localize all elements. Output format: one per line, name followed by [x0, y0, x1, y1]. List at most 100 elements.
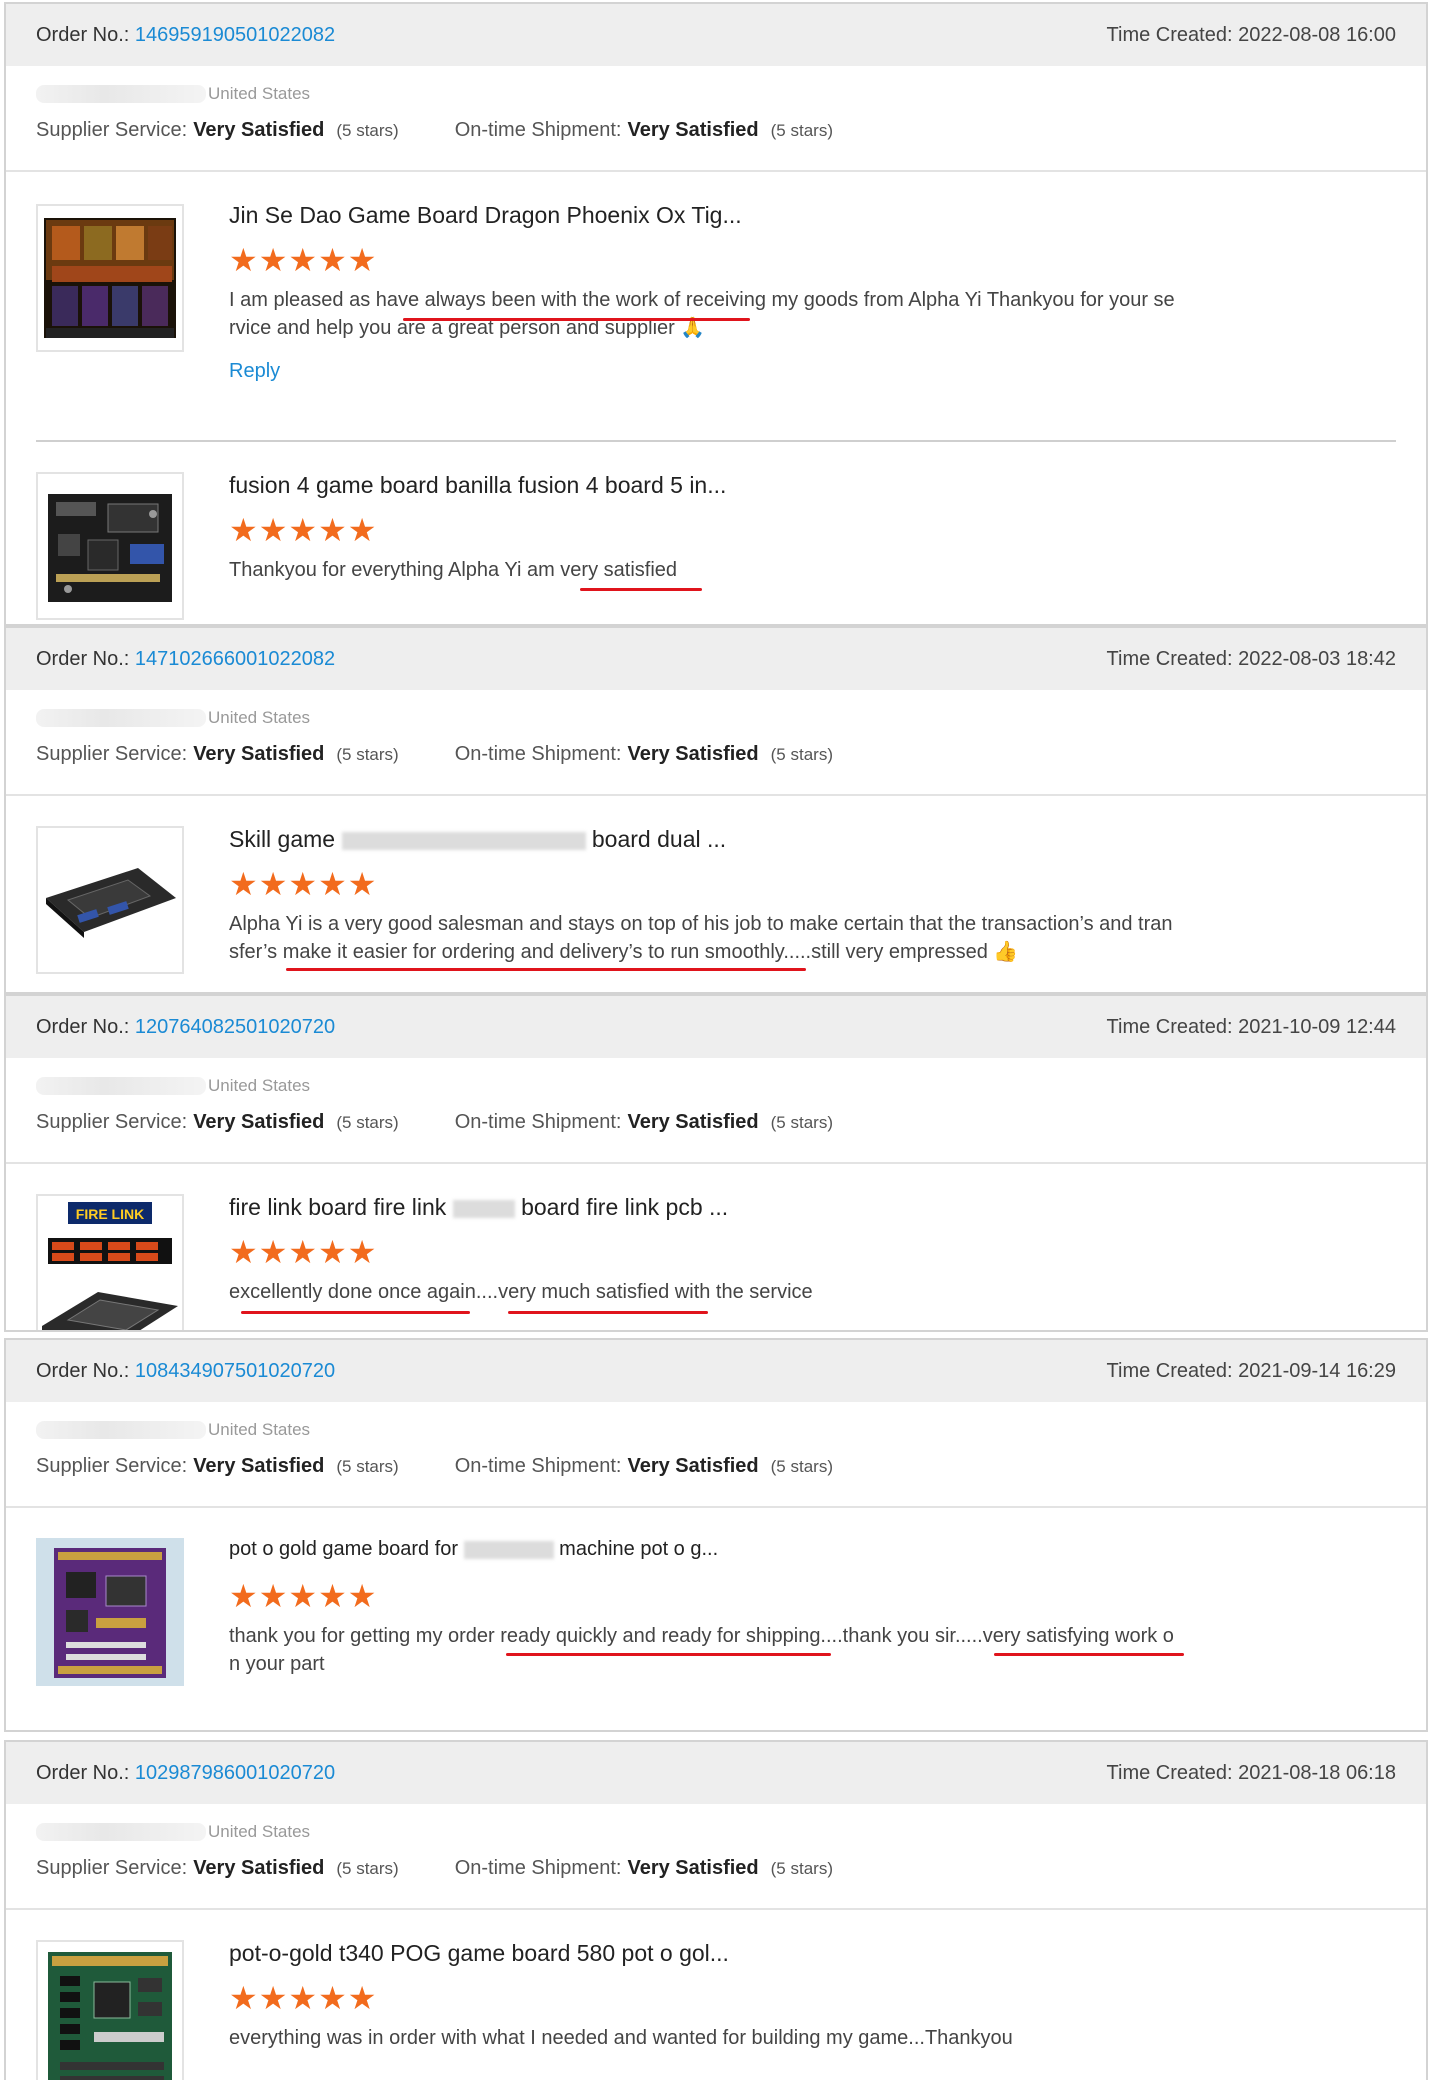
buyer-info: United States Supplier Service: Very Sat…	[6, 66, 1426, 172]
buyer-country: United States	[208, 1076, 311, 1095]
product-title[interactable]: fire link board fire link board fire lin…	[229, 1194, 728, 1221]
buyer-country: United States	[208, 84, 311, 103]
star-rating: ★★★★★	[229, 512, 378, 548]
shipment-value: Very Satisfied	[627, 1857, 759, 1879]
star-rating: ★★★★★	[229, 866, 378, 902]
time-created: Time Created: 2021-09-14 16:29	[1107, 1360, 1396, 1383]
shipment-label: On-time Shipment:	[454, 743, 622, 765]
time-created: Time Created: 2021-08-18 06:18	[1107, 1762, 1396, 1785]
order-card: Order No.: 146959190501022082 Time Creat…	[4, 2, 1428, 626]
buyer-info: United States Supplier Service: Very Sat…	[6, 690, 1426, 796]
order-card: Order No.: 102987986001020720 Time Creat…	[4, 1740, 1428, 2080]
time-created-label: Time Created:	[1106, 1359, 1233, 1382]
buyer-country: United States	[208, 1822, 311, 1841]
time-created: Time Created: 2022-08-03 18:42	[1107, 648, 1396, 671]
buyer-country: United States	[208, 708, 311, 727]
buyer-info: United States Supplier Service: Very Sat…	[6, 1804, 1426, 1910]
time-created-label: Time Created:	[1106, 23, 1233, 46]
product-thumbnail[interactable]	[36, 472, 184, 620]
product-title-end: board fire link pcb ...	[521, 1194, 729, 1220]
annotation-underline	[286, 968, 806, 971]
supplier-service-stars: (5 stars)	[336, 745, 399, 764]
shipment-stars: (5 stars)	[770, 1113, 833, 1132]
shipment-stars: (5 stars)	[770, 121, 833, 140]
redacted-title-text	[341, 831, 586, 850]
order-card: Order No.: 147102666001022082 Time Creat…	[4, 626, 1428, 994]
game-board-image	[46, 868, 176, 938]
order-header: Order No.: 102987986001020720 Time Creat…	[6, 1742, 1426, 1804]
product-review: Skill game board dual ... ★★★★★ Alpha Yi…	[36, 796, 1396, 992]
supplier-service-label: Supplier Service:	[36, 1111, 188, 1133]
product-title[interactable]: Skill game board dual ...	[229, 826, 726, 853]
review-text: excellently done once again....very much…	[229, 1278, 1229, 1306]
product-title-start: pot o gold game board for	[229, 1538, 459, 1560]
supplier-service-stars: (5 stars)	[336, 1457, 399, 1476]
shipment-value: Very Satisfied	[627, 1455, 759, 1477]
product-review: pot o gold game board for machine pot o …	[36, 1508, 1396, 1728]
product-thumbnail[interactable]	[36, 1940, 184, 2080]
supplier-service-stars: (5 stars)	[336, 1859, 399, 1878]
supplier-service-value: Very Satisfied	[193, 743, 325, 765]
product-title[interactable]: fusion 4 game board banilla fusion 4 boa…	[229, 472, 726, 499]
product-thumbnail[interactable]	[36, 1538, 184, 1686]
supplier-service-value: Very Satisfied	[193, 1111, 325, 1133]
time-created-value: 2021-09-14 16:29	[1238, 1359, 1396, 1382]
order-number: Order No.: 120764082501020720	[36, 1016, 335, 1039]
product-review: Jin Se Dao Game Board Dragon Phoenix Ox …	[36, 172, 1396, 442]
product-title[interactable]: Jin Se Dao Game Board Dragon Phoenix Ox …	[229, 202, 742, 229]
review-line: Thankyou for everything Alpha Yi am very…	[229, 559, 678, 581]
annotation-underline	[506, 1653, 831, 1656]
game-board-image	[44, 218, 176, 338]
redacted-title-text	[463, 1540, 554, 1559]
shipment-value: Very Satisfied	[627, 1111, 759, 1133]
reply-button[interactable]: Reply	[229, 360, 280, 383]
time-created: Time Created: 2021-10-09 12:44	[1107, 1016, 1396, 1039]
redacted-title-text	[452, 1199, 515, 1218]
annotation-underline	[403, 318, 750, 321]
product-review: fusion 4 game board banilla fusion 4 boa…	[36, 442, 1396, 624]
product-title-end: board dual ...	[591, 826, 727, 852]
order-number: Order No.: 102987986001020720	[36, 1762, 335, 1785]
product-thumbnail[interactable]: FIRE LINK	[36, 1194, 184, 1330]
reviews-page: Order No.: 146959190501022082 Time Creat…	[0, 0, 1432, 2080]
order-number: Order No.: 147102666001022082	[36, 648, 335, 671]
review-text: everything was in order with what I need…	[229, 2024, 1229, 2052]
supplier-service-value: Very Satisfied	[193, 119, 325, 141]
rating-row: Supplier Service: Very Satisfied (5 star…	[36, 1111, 833, 1134]
review-line: Alpha Yi is a very good salesman and sta…	[229, 913, 1173, 935]
order-no-link[interactable]: 147102666001022082	[135, 648, 335, 670]
order-no-link[interactable]: 102987986001020720	[135, 1762, 335, 1784]
shipment-value: Very Satisfied	[627, 743, 759, 765]
game-board-image: FIRE LINK	[42, 1202, 178, 1330]
star-rating: ★★★★★	[229, 1980, 378, 2016]
order-no-link[interactable]: 108434907501020720	[135, 1360, 335, 1382]
order-no-label: Order No.:	[36, 647, 130, 670]
product-title[interactable]: pot o gold game board for machine pot o …	[229, 1538, 718, 1561]
order-card: Order No.: 108434907501020720 Time Creat…	[4, 1338, 1428, 1732]
supplier-service-value: Very Satisfied	[193, 1455, 325, 1477]
product-title-start: fire link board fire link	[229, 1194, 447, 1220]
supplier-service-label: Supplier Service:	[36, 743, 188, 765]
product-thumbnail[interactable]	[36, 826, 184, 974]
order-no-link[interactable]: 146959190501022082	[135, 24, 335, 46]
product-title[interactable]: pot-o-gold t340 POG game board 580 pot o…	[229, 1940, 729, 1967]
supplier-service-value: Very Satisfied	[193, 1857, 325, 1879]
thumbnail-logo-text: FIRE LINK	[76, 1206, 144, 1222]
supplier-service-stars: (5 stars)	[336, 121, 399, 140]
review-line: I am pleased as have always been with th…	[229, 289, 1175, 311]
order-no-link[interactable]: 120764082501020720	[135, 1016, 335, 1038]
shipment-stars: (5 stars)	[770, 745, 833, 764]
order-header: Order No.: 120764082501020720 Time Creat…	[6, 996, 1426, 1058]
supplier-service-label: Supplier Service:	[36, 119, 188, 141]
product-review: pot-o-gold t340 POG game board 580 pot o…	[36, 1910, 1396, 2080]
game-board-image	[36, 1538, 184, 1686]
order-no-label: Order No.:	[36, 23, 130, 46]
annotation-underline	[580, 588, 702, 591]
review-text: thank you for getting my order ready qui…	[229, 1622, 1229, 1678]
star-rating: ★★★★★	[229, 1234, 378, 1270]
review-line: sfer’s make it easier for ordering and d…	[229, 941, 1019, 963]
rating-row: Supplier Service: Very Satisfied (5 star…	[36, 1857, 833, 1880]
product-thumbnail[interactable]	[36, 204, 184, 352]
order-no-label: Order No.:	[36, 1761, 130, 1784]
game-board-image	[48, 1952, 172, 2080]
